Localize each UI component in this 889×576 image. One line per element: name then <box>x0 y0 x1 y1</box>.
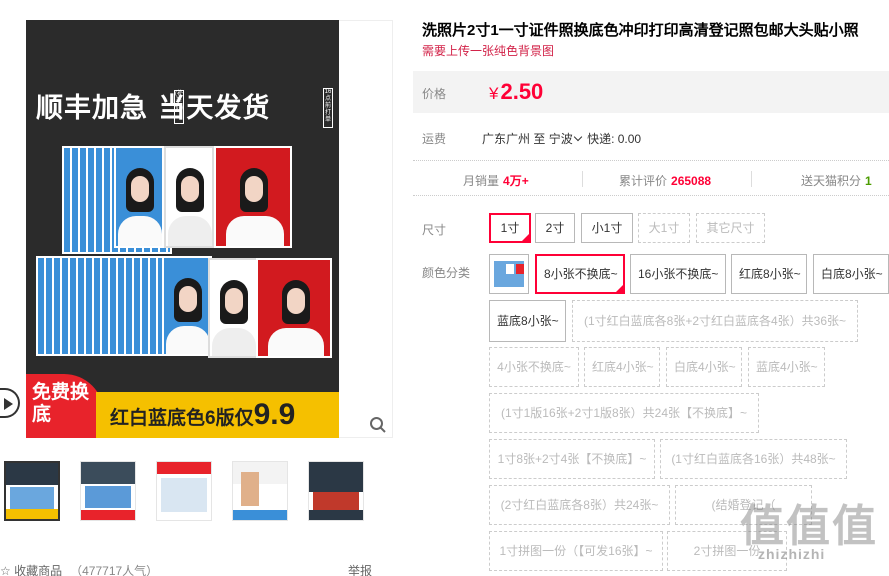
size-option-2[interactable]: 2寸 <box>535 213 575 243</box>
portrait-red <box>256 258 332 358</box>
color-label: 颜色分类 <box>422 266 471 280</box>
thumbnail-3[interactable] <box>156 461 212 521</box>
review-count-value: 265088 <box>671 174 712 188</box>
product-title: 洗照片2寸1一寸证件照换底色冲印打印高清登记照包邮大头贴小照 <box>422 22 859 39</box>
favorite-count: （477717人气） <box>70 564 159 576</box>
color-option-image[interactable] <box>489 254 529 294</box>
thumbnail-4[interactable] <box>232 461 288 521</box>
color-option-1[interactable]: 8小张不换底~ <box>535 254 625 294</box>
color-option-8[interactable]: 红底4小张~ <box>584 347 660 387</box>
size-option-3[interactable]: 小1寸 <box>581 213 633 243</box>
price-number: 2.50 <box>500 79 544 104</box>
shipping-destination-select[interactable]: 宁波 <box>549 132 584 146</box>
size-label: 尺寸 <box>422 223 447 237</box>
promo-price-bar: 红白蓝底色6版仅9.9 <box>96 392 339 438</box>
product-page: 顺丰加急 当天发货 (补差价) 16点前打单 免费换底 红白蓝底色6版仅9.9 <box>0 0 889 576</box>
sheet-thumbnail <box>494 261 524 287</box>
zoom-icon[interactable] <box>369 416 387 434</box>
color-option-3[interactable]: 红底8小张~ <box>731 254 807 294</box>
size-option-4[interactable]: 大1寸 <box>638 213 690 243</box>
monthly-sales: 月销量 4万+ <box>463 174 529 188</box>
price-box: 价格 ¥2.50 <box>413 71 889 113</box>
color-option-14[interactable]: (2寸红白蓝底各8张）共24张~ <box>489 485 670 525</box>
currency-symbol: ¥ <box>489 84 499 103</box>
color-option-4[interactable]: 白底8小张~ <box>813 254 889 294</box>
promo-bar-price: 9.9 <box>253 398 296 431</box>
thumbnail-2[interactable] <box>80 461 136 521</box>
shipping-info: 广东广州 至 宁波 快递: 0.00 <box>482 130 641 147</box>
review-count[interactable]: 累计评价 265088 <box>619 172 711 189</box>
image-tag-left: (补差价) <box>174 90 184 124</box>
monthly-sales-value: 4万+ <box>503 174 529 188</box>
stats-bar: 月销量 4万+ 累计评价 265088 送天猫积分 1 <box>413 160 889 196</box>
portrait-blue <box>114 146 164 248</box>
image-tag-right: 16点前打单 <box>323 88 333 128</box>
promo-free-badge: 免费换底 <box>26 374 104 438</box>
color-option-9[interactable]: 白底4小张~ <box>666 347 742 387</box>
color-option-16[interactable]: 1寸拼图一份（【可发16张】~ <box>489 531 663 571</box>
color-option-12[interactable]: 1寸8张+2寸4张【不换底】~ <box>489 439 655 479</box>
favorite-label: 收藏商品 <box>14 564 63 576</box>
shipping-label: 运费 <box>422 132 447 146</box>
portrait-blue <box>162 256 212 356</box>
price-label: 价格 <box>422 87 447 101</box>
image-headline: 顺丰加急 当天发货 <box>36 93 271 124</box>
shipping-from: 广东广州 <box>482 132 531 146</box>
portrait-red <box>214 146 292 248</box>
portrait-white <box>208 258 258 358</box>
shipping-fee: 快递: 0.00 <box>587 132 642 146</box>
portrait-white <box>164 146 214 248</box>
promo-bar-text: 红白蓝底色6版仅 <box>110 408 254 429</box>
chevron-down-icon <box>573 132 582 142</box>
color-option-11[interactable]: (1寸1版16张+2寸1版8张）共24张【不换底】~ <box>489 393 759 433</box>
tmall-points-value: 1 <box>865 174 872 188</box>
thumbnail-1[interactable] <box>4 461 60 521</box>
color-option-10[interactable]: 蓝底4小张~ <box>748 347 825 387</box>
report-link[interactable]: 举报 <box>348 562 372 576</box>
star-icon: ☆ <box>0 564 11 576</box>
size-option-5[interactable]: 其它尺寸 <box>696 213 765 243</box>
price-value: ¥2.50 <box>489 79 543 105</box>
size-option-1[interactable]: 1寸 <box>489 213 531 243</box>
main-product-image[interactable]: 顺丰加急 当天发货 (补差价) 16点前打单 免费换底 红白蓝底色6版仅9.9 <box>26 20 339 438</box>
tmall-points: 送天猫积分 1 <box>801 174 872 188</box>
shipping-to-word: 至 <box>533 132 546 146</box>
color-option-7[interactable]: 4小张不换底~ <box>489 347 579 387</box>
stat-divider <box>582 171 583 187</box>
watermark-text: zhizhizhi <box>758 546 826 562</box>
gallery-frame <box>339 20 393 438</box>
watermark-logo: 值值值 <box>740 502 878 551</box>
favorite-item[interactable]: ☆ 收藏商品 （477717人气） <box>0 562 158 576</box>
thumbnail-5[interactable] <box>308 461 364 521</box>
product-subtitle: 需要上传一张纯色背景图 <box>422 44 555 58</box>
stat-divider <box>751 171 752 187</box>
color-option-2[interactable]: 16小张不换底~ <box>630 254 726 294</box>
color-option-5[interactable]: 蓝底8小张~ <box>489 300 566 342</box>
color-option-6[interactable]: (1寸红白蓝底各8张+2寸红白蓝底各4张）共36张~ <box>572 300 858 342</box>
color-option-13[interactable]: (1寸红白蓝底各16张）共48张~ <box>660 439 847 479</box>
play-video-icon[interactable] <box>0 388 20 418</box>
